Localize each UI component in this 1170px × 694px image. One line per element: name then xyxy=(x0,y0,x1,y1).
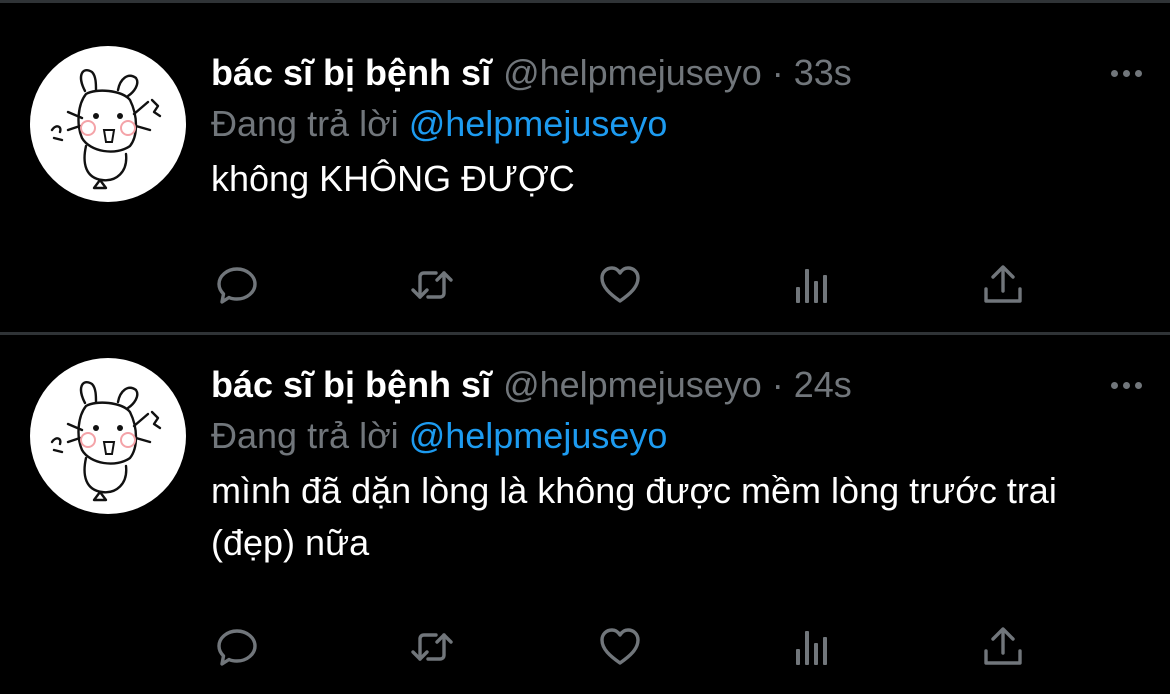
author-name[interactable]: bác sĩ bị bệnh sĩ xyxy=(211,51,491,95)
analytics-button[interactable] xyxy=(789,625,837,669)
retweet-icon xyxy=(411,633,453,661)
more-horizontal-icon[interactable] xyxy=(1104,51,1148,95)
analytics-bars-icon xyxy=(796,631,827,665)
replying-prefix: Đang trả lời xyxy=(211,415,399,456)
share-upload-icon xyxy=(984,265,1022,303)
retweet-button[interactable] xyxy=(408,263,456,307)
like-button[interactable] xyxy=(596,625,644,669)
author-handle[interactable]: @helpmejuseyo xyxy=(503,363,762,407)
tweet-header: bác sĩ bị bệnh sĩ @helpmejuseyo · 24s xyxy=(211,363,1151,407)
tweet-content: bác sĩ bị bệnh sĩ @helpmejuseyo · 33s Đa… xyxy=(211,51,1151,205)
avatar[interactable] xyxy=(30,46,186,202)
avatar-rabbit-drawing xyxy=(50,381,162,502)
reply-button[interactable] xyxy=(213,263,261,307)
tweet-content: bác sĩ bị bệnh sĩ @helpmejuseyo · 24s Đa… xyxy=(211,363,1151,569)
replying-to-mention[interactable]: @helpmejuseyo xyxy=(409,415,668,456)
replying-to: Đang trả lời @helpmejuseyo xyxy=(211,98,1151,150)
author-name[interactable]: bác sĩ bị bệnh sĩ xyxy=(211,363,491,407)
tweet[interactable]: bác sĩ bị bệnh sĩ @helpmejuseyo · 33s Đa… xyxy=(0,3,1170,335)
reply-bubble-icon xyxy=(217,629,257,666)
separator-dot: · xyxy=(771,52,784,93)
analytics-button[interactable] xyxy=(789,263,837,307)
analytics-bars-icon xyxy=(796,269,827,303)
reply-button[interactable] xyxy=(213,625,261,669)
avatar-rabbit-drawing xyxy=(50,69,162,190)
share-upload-icon xyxy=(984,627,1022,665)
tweet-header: bác sĩ bị bệnh sĩ @helpmejuseyo · 33s xyxy=(211,51,1151,95)
tweet-text: không KHÔNG ĐƯỢC xyxy=(211,158,575,199)
more-horizontal-icon[interactable] xyxy=(1104,363,1148,407)
action-bar xyxy=(211,263,1041,307)
heart-icon xyxy=(600,266,640,303)
separator-dot: · xyxy=(771,364,784,405)
replying-prefix: Đang trả lời xyxy=(211,103,399,144)
tweet[interactable]: bác sĩ bị bệnh sĩ @helpmejuseyo · 24s Đa… xyxy=(0,333,1170,666)
action-bar xyxy=(211,625,1041,669)
reply-bubble-icon xyxy=(217,267,257,304)
heart-icon xyxy=(600,628,640,665)
author-handle[interactable]: @helpmejuseyo xyxy=(503,51,762,95)
timestamp[interactable]: 33s xyxy=(794,51,852,95)
replying-to-mention[interactable]: @helpmejuseyo xyxy=(409,103,668,144)
like-button[interactable] xyxy=(596,263,644,307)
timestamp[interactable]: 24s xyxy=(794,363,852,407)
retweet-button[interactable] xyxy=(408,625,456,669)
share-button[interactable] xyxy=(979,263,1027,307)
share-button[interactable] xyxy=(979,625,1027,669)
replying-to: Đang trả lời @helpmejuseyo xyxy=(211,410,1151,462)
retweet-icon xyxy=(411,271,453,299)
avatar[interactable] xyxy=(30,358,186,514)
tweet-text: mình đã dặn lòng là không được mềm lòng … xyxy=(211,470,1057,563)
